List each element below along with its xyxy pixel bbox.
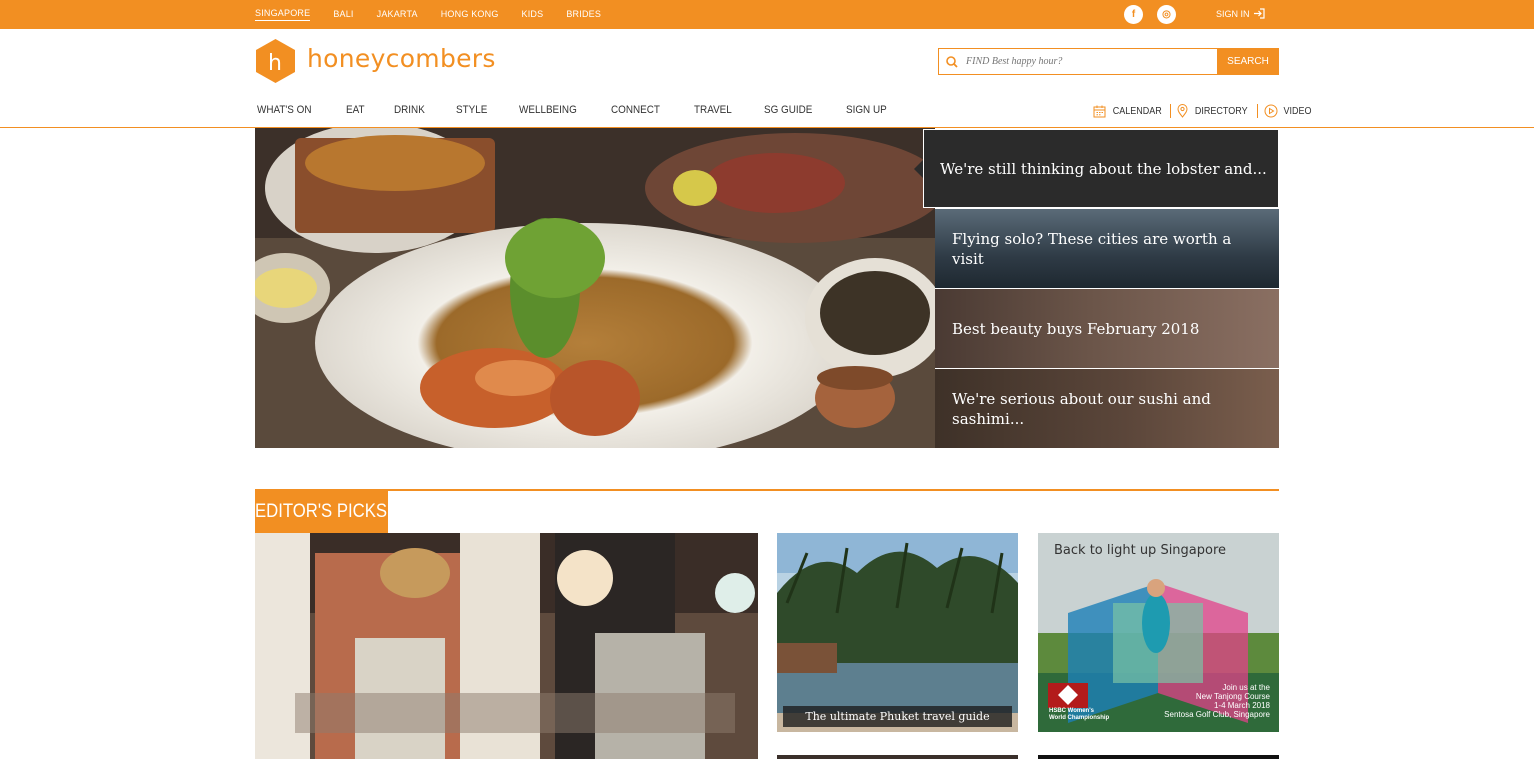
hero-headline-2[interactable]: Best beauty buys February 2018 (935, 289, 1279, 368)
calendar-link[interactable]: CALENDAR (1087, 105, 1170, 118)
city-switcher: SINGAPORE BALI JAKARTA HONG KONG KIDS BR… (255, 0, 624, 29)
ad-banner-hsbc[interactable]: Back to light up Singapore Join us at th… (1038, 533, 1279, 732)
hero-headline-1-text: Flying solo? These cities are worth a vi… (952, 229, 1232, 268)
search-box (938, 48, 1218, 75)
sign-in-link[interactable]: SIGN IN (1216, 8, 1265, 19)
map-pin-icon (1177, 104, 1188, 118)
hero-headline-3[interactable]: We're serious about our sushi and sashim… (935, 369, 1279, 448)
editors-picks-heading-text: EDITOR'S PICKS (255, 501, 388, 522)
video-label: VIDEO (1283, 105, 1312, 117)
ad-brand: HSBC Women's World Championship (1049, 708, 1109, 722)
ad-brand-line-2: World Championship (1049, 715, 1110, 721)
pick-card-phuket-caption: The ultimate Phuket travel guide (783, 706, 1012, 727)
ad-line-1: Join us at the (1222, 683, 1270, 692)
nav-item-connect[interactable]: CONNECT (611, 104, 660, 116)
ad-headline: Back to light up Singapore (1054, 543, 1227, 558)
nav-item-whats-on[interactable]: WHAT'S ON (257, 104, 312, 116)
instagram-icon[interactable]: ◎ (1157, 5, 1176, 24)
play-icon (1264, 104, 1278, 118)
search-button[interactable]: SEARCH (1217, 48, 1279, 75)
editors-picks-heading: EDITOR'S PICKS (255, 491, 388, 533)
hero-headline-2-text: Best beauty buys February 2018 (952, 319, 1200, 338)
ad-brand-line-1: HSBC Women's (1049, 708, 1094, 714)
search-icon (946, 55, 958, 68)
search-input[interactable] (961, 49, 1218, 74)
city-link-bali[interactable]: BALI (333, 9, 353, 21)
city-link-jakarta[interactable]: JAKARTA (377, 9, 418, 21)
ad-line-4: Sentosa Golf Club, Singapore (1164, 710, 1270, 719)
top-bar: SINGAPORE BALI JAKARTA HONG KONG KIDS BR… (0, 0, 1534, 29)
pick-card-restaurant[interactable] (255, 533, 758, 759)
facebook-icon[interactable]: f (1124, 5, 1143, 24)
city-link-kids[interactable]: KIDS (522, 9, 544, 21)
editors-picks-rule (255, 489, 1279, 491)
hero-headline-active-text: We're still thinking about the lobster a… (940, 159, 1267, 178)
calendar-label: CALENDAR (1112, 105, 1162, 117)
ad-line-3: 1-4 March 2018 (1213, 701, 1270, 710)
nav-item-eat[interactable]: EAT (346, 104, 365, 116)
main-nav: WHAT'S ON EAT DRINK STYLE WELLBEING CONN… (257, 104, 919, 116)
nav-item-wellbeing[interactable]: WELLBEING (519, 104, 577, 116)
login-arrow-icon (1253, 8, 1265, 19)
ad-event-details: Join us at the New Tanjong Course 1-4 Ma… (1164, 683, 1270, 719)
city-link-singapore[interactable]: SINGAPORE (255, 8, 311, 21)
city-link-brides[interactable]: BRIDES (566, 9, 601, 21)
nav-item-sg-guide[interactable]: SG GUIDE (764, 104, 812, 116)
video-link[interactable]: VIDEO (1257, 104, 1319, 118)
ad-line-2: New Tanjong Course (1195, 692, 1270, 701)
nav-item-travel[interactable]: TRAVEL (694, 104, 732, 116)
hero-headline-active[interactable]: We're still thinking about the lobster a… (923, 129, 1279, 208)
hero-headline-1[interactable]: Flying solo? These cities are worth a vi… (935, 209, 1279, 288)
active-headline-pointer (914, 160, 923, 178)
hero-image-lobster[interactable] (255, 128, 935, 448)
pick-card-next-2[interactable] (1038, 755, 1279, 759)
nav-item-sign-up[interactable]: SIGN UP (846, 104, 887, 116)
directory-link[interactable]: DIRECTORY (1170, 104, 1257, 118)
calendar-icon (1093, 105, 1106, 117)
utility-links: CALENDAR DIRECTORY VIDEO (1087, 101, 1319, 121)
nav-item-drink[interactable]: DRINK (394, 104, 425, 116)
pick-card-next-1[interactable] (777, 755, 1018, 759)
hero-headline-3-text: We're serious about our sushi and sashim… (952, 389, 1211, 428)
svg-text:h: h (268, 51, 282, 76)
nav-item-style[interactable]: STYLE (456, 104, 487, 116)
logo-wordmark[interactable]: honeycombers (307, 44, 496, 73)
pick-card-phuket[interactable]: The ultimate Phuket travel guide (777, 533, 1018, 732)
city-link-hong-kong[interactable]: HONG KONG (441, 9, 499, 21)
directory-label: DIRECTORY (1195, 105, 1249, 117)
logo-mark[interactable]: h (255, 38, 296, 84)
sign-in-label: SIGN IN (1216, 8, 1250, 19)
